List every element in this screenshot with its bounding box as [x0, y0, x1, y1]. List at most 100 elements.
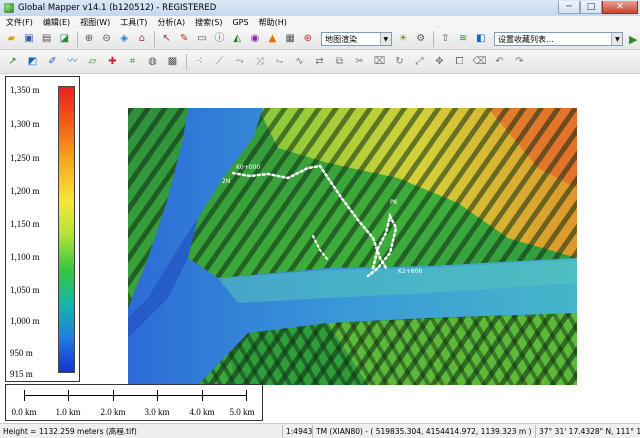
scale-tick: [157, 390, 158, 401]
menu-edit[interactable]: 编辑(E): [43, 17, 70, 28]
draw-area-icon[interactable]: ▱: [83, 52, 102, 72]
maximize-button[interactable]: □: [580, 1, 602, 14]
measure-icon[interactable]: ▭: [194, 31, 211, 48]
run-favorite-button[interactable]: ▶: [626, 32, 640, 46]
scale-tick: [24, 390, 25, 401]
legend-label: 1,250 m: [10, 153, 40, 163]
menu-gps[interactable]: GPS: [232, 18, 248, 27]
join-line-icon[interactable]: ⤨: [250, 52, 269, 72]
3d-view-icon[interactable]: ▲: [264, 31, 281, 48]
scale-feature-icon[interactable]: ⤢: [410, 52, 429, 72]
scale-label: 1.0 km: [55, 407, 81, 417]
status-height-info: Height = 1132.259 meters (高程.tif): [0, 424, 283, 438]
minimize-button[interactable]: ─: [558, 1, 580, 14]
split-line-icon[interactable]: ⤳: [230, 52, 249, 72]
scale-tick: [113, 390, 114, 401]
status-projection-coords: TM (XIAN80) - ( 519835.304, 4154414.972,…: [313, 424, 536, 438]
delete-feature-icon[interactable]: ⌫: [470, 52, 489, 72]
legend-label: 915 m: [10, 369, 33, 379]
lighting-icon[interactable]: ☀: [395, 31, 412, 48]
map-view[interactable]: K0+000 K2+806 PK 2N 1,350 m 1,300 m 1,25…: [0, 74, 640, 423]
redo-icon[interactable]: ↷: [510, 52, 529, 72]
menu-view[interactable]: 视图(W): [80, 17, 110, 28]
scale-label: 4.0 km: [189, 407, 215, 417]
menu-search[interactable]: 搜索(S): [195, 17, 222, 28]
elevation-color-ramp: [58, 86, 75, 373]
undo-icon[interactable]: ↶: [490, 52, 509, 72]
layer-icon[interactable]: ◧: [472, 31, 489, 48]
move-feature-icon[interactable]: ✥: [430, 52, 449, 72]
overlay-icon[interactable]: ▦: [282, 31, 299, 48]
draw-line-icon[interactable]: ✐: [43, 52, 62, 72]
open-folder-icon[interactable]: ▰: [3, 31, 20, 48]
crop-area-icon[interactable]: ⌧: [370, 52, 389, 72]
legend-label: 1,350 m: [10, 85, 40, 95]
offset-line-icon[interactable]: ⥊: [270, 52, 289, 72]
zoom-out-icon[interactable]: ⊖: [98, 31, 115, 48]
measure-line-icon[interactable]: ⟋: [210, 52, 229, 72]
zoom-in-icon[interactable]: ⊕: [81, 31, 98, 48]
point-tool-icon[interactable]: ⁖: [190, 52, 209, 72]
status-map-scale: 1:49430: [283, 424, 313, 438]
digitizer-icon[interactable]: ✎: [176, 31, 193, 48]
digitizer-toolbar: ↗ ◩ ✐ 〰 ▱ ✚ ⌗ ◍ ▩ ⁖ ⟋ ⤳ ⤨ ⥊ ∿ ⇄ ⧉ ✂ ⌧ ↻ …: [0, 50, 640, 74]
global-mapper-window: Global Mapper v14.1 (b120512) - REGISTER…: [0, 0, 640, 438]
menu-bar: 文件(F) 编辑(E) 视图(W) 工具(T) 分析(A) 搜索(S) GPS …: [0, 16, 640, 29]
path-profile-icon[interactable]: ◭: [229, 31, 246, 48]
elevation-map-canvas[interactable]: K0+000 K2+806 PK 2N: [128, 108, 577, 385]
gps-icon[interactable]: ⊛: [299, 31, 316, 48]
feature-info-icon[interactable]: ⓘ: [211, 31, 228, 48]
close-button[interactable]: ✕: [602, 1, 638, 14]
cut-area-icon[interactable]: ✂: [350, 52, 369, 72]
chevron-down-icon: ▼: [379, 33, 391, 45]
north-arrow-icon[interactable]: ⇧: [437, 31, 454, 48]
save-icon[interactable]: ▣: [21, 31, 38, 48]
export-icon[interactable]: ◪: [56, 31, 73, 48]
route-marker-label: PK: [390, 199, 399, 206]
draw-path-icon[interactable]: 〰: [63, 52, 82, 72]
rotate-feature-icon[interactable]: ↻: [390, 52, 409, 72]
draw-point-icon[interactable]: ✚: [103, 52, 122, 72]
window-title: Global Mapper v14.1 (b120512) - REGISTER…: [18, 3, 217, 13]
home-icon[interactable]: ⌂: [134, 31, 151, 48]
scale-label: 5.0 km: [229, 407, 255, 417]
full-view-icon[interactable]: ◈: [116, 31, 133, 48]
select-tool-icon[interactable]: ↖: [158, 31, 175, 48]
legend-label: 1,050 m: [10, 285, 40, 295]
scale-label: 2.0 km: [100, 407, 126, 417]
scale-tick: [202, 390, 203, 401]
contour-icon[interactable]: ≋: [455, 31, 472, 48]
favorites-select[interactable]: 设置收藏列表... ▼: [494, 32, 624, 46]
legend-label: 1,000 m: [10, 316, 40, 326]
toolbar-separator: [154, 31, 156, 47]
edit-vertex-icon[interactable]: ◩: [23, 52, 42, 72]
toolbar-separator: [433, 31, 435, 47]
shader-settings-icon[interactable]: ⚙: [412, 31, 429, 48]
shader-select[interactable]: 地图渲染 ▼: [321, 32, 392, 46]
scale-tick: [246, 390, 247, 401]
scale-line: [24, 395, 247, 396]
main-toolbar: ▰ ▣ ▤ ◪ ⊕ ⊖ ◈ ⌂ ↖ ✎ ▭ ⓘ ◭ ◉ ▲ ▦ ⊛ 地图渲染 ▼…: [0, 29, 640, 50]
copy-feature-icon[interactable]: ⧠: [450, 52, 469, 72]
combine-area-icon[interactable]: ⧉: [330, 52, 349, 72]
print-icon[interactable]: ▤: [38, 31, 55, 48]
elevation-legend: 1,350 m 1,300 m 1,250 m 1,200 m 1,150 m …: [5, 76, 80, 382]
zone-label: 2N: [222, 178, 230, 185]
scale-label: 3.0 km: [144, 407, 170, 417]
mesh-icon[interactable]: ▩: [163, 52, 182, 72]
globe-app-icon: [4, 3, 14, 13]
view-shed-icon[interactable]: ◉: [247, 31, 264, 48]
favorites-select-value: 设置收藏列表...: [498, 34, 554, 44]
buffer-icon[interactable]: ◍: [143, 52, 162, 72]
create-grid-icon[interactable]: ⌗: [123, 52, 142, 72]
route-end-label: K2+806: [398, 268, 422, 275]
menu-analysis[interactable]: 分析(A): [157, 17, 185, 28]
toolbar-separator: [76, 31, 78, 47]
menu-file[interactable]: 文件(F): [6, 17, 33, 28]
select-feature-icon[interactable]: ↗: [3, 52, 22, 72]
smooth-line-icon[interactable]: ∿: [290, 52, 309, 72]
menu-tools[interactable]: 工具(T): [120, 17, 147, 28]
route-start-label: K0+000: [236, 164, 260, 171]
menu-help[interactable]: 帮助(H): [259, 17, 287, 28]
reverse-line-icon[interactable]: ⇄: [310, 52, 329, 72]
